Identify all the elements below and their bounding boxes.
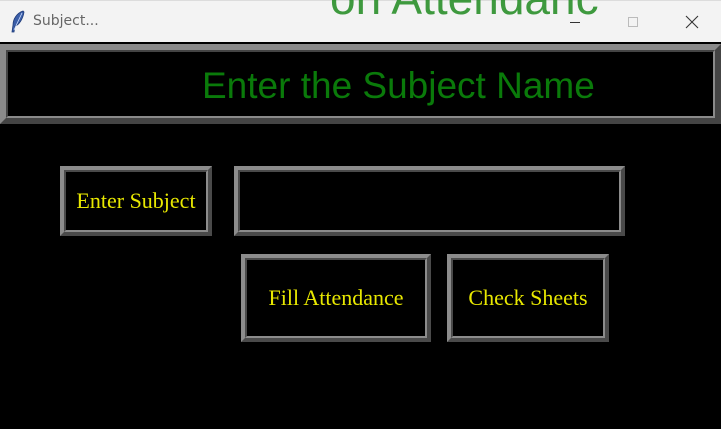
subject-input-inner	[238, 170, 621, 232]
maximize-icon	[628, 17, 638, 27]
window-title: Subject...	[33, 13, 99, 29]
fill-attendance-inner: Fill Attendance	[245, 258, 427, 338]
maximize-button[interactable]	[604, 1, 662, 43]
minimize-button[interactable]	[546, 1, 604, 43]
close-button[interactable]	[663, 1, 721, 43]
feather-icon	[11, 10, 25, 33]
minimize-icon	[570, 22, 580, 23]
header-inner-frame: Enter the Subject Name	[6, 50, 715, 118]
check-sheets-button[interactable]: Check Sheets	[447, 254, 609, 342]
header-banner: Enter the Subject Name	[0, 44, 721, 124]
check-sheets-inner: Check Sheets	[451, 258, 605, 338]
subject-label-inner: Enter Subject	[64, 170, 208, 232]
window-titlebar[interactable]: on Attendanc Subject...	[0, 0, 721, 42]
subject-label: Enter Subject	[76, 188, 196, 213]
fill-attendance-label: Fill Attendance	[268, 285, 404, 310]
check-sheets-label: Check Sheets	[468, 285, 588, 310]
fill-attendance-button[interactable]: Fill Attendance	[241, 254, 431, 342]
close-icon	[685, 15, 699, 29]
subject-input-frame	[234, 166, 625, 236]
subject-input[interactable]	[242, 174, 617, 228]
page-title: Enter the Subject Name	[202, 65, 595, 106]
subject-label-box: Enter Subject	[60, 166, 212, 236]
